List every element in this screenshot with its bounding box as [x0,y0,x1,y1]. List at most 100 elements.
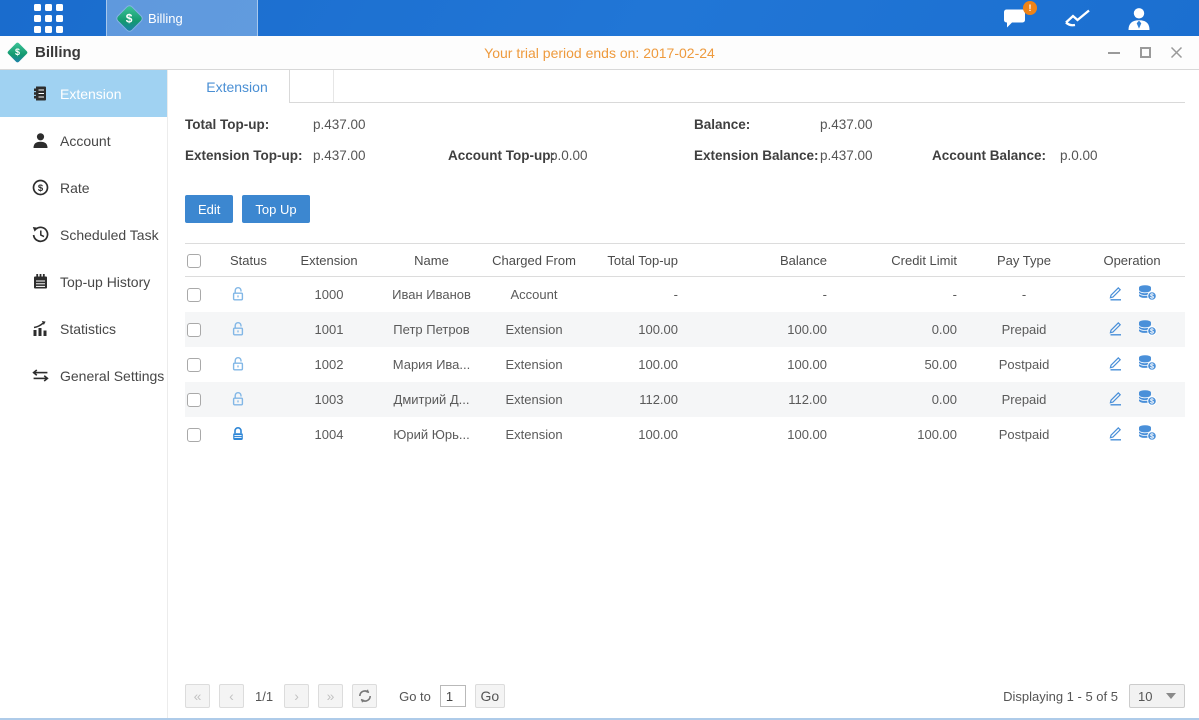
notifications-button[interactable]: ! [1003,8,1028,29]
table-header-row: Status Extension Name Charged From Total… [185,244,1185,277]
table-row: 1002 Мария Ива... Extension 100.00 100.0… [185,347,1185,382]
row-checkbox[interactable] [187,358,201,372]
rate-icon: $ [31,179,49,196]
row-checkbox[interactable] [187,323,201,337]
tab-extension[interactable]: Extension [185,70,290,103]
chevron-down-icon [1166,693,1176,699]
sidebar-item-statistics[interactable]: Statistics [0,305,167,352]
sidebar-item-account[interactable]: Account [0,117,167,164]
maximize-button[interactable] [1138,46,1152,60]
total-topup-label: Total Top-up: [185,117,269,132]
balance-summary: Total Top-up: p.437.00 Balance: p.437.00… [185,117,1185,179]
row-checkbox[interactable] [187,393,201,407]
page-size-select[interactable]: 10 [1129,684,1185,708]
table-row: 1001 Петр Петров Extension 100.00 100.00… [185,312,1185,347]
prev-page-button[interactable]: ‹ [219,684,244,708]
edit-icon[interactable] [1107,424,1124,441]
top-app-bar: $ Billing ! [0,0,1199,36]
edit-icon[interactable] [1107,319,1124,336]
svg-text:$: $ [1150,294,1154,301]
top-up-icon[interactable]: $ [1137,389,1157,406]
extension-table: Status Extension Name Charged From Total… [185,243,1185,683]
top-up-icon[interactable]: $ [1137,424,1157,441]
unlocked-icon [230,286,246,303]
billing-diamond-icon: $ [116,5,143,32]
close-button[interactable] [1169,46,1183,60]
column-extension: Extension [279,244,379,277]
minimize-button[interactable] [1107,46,1121,60]
minimize-icon [1108,52,1120,54]
extension-balance-value: p.437.00 [820,148,873,163]
account-topup-label: Account Top-up: [448,148,555,163]
sidebar-item-scheduled-task[interactable]: Scheduled Task [0,211,167,258]
balance-value: p.437.00 [820,117,873,132]
user-account-button[interactable] [1127,7,1151,30]
total-topup-value: p.437.00 [313,117,366,132]
column-status: Status [219,244,279,277]
goto-page-input[interactable] [440,685,466,707]
billing-diamond-icon-small: $ [7,42,28,63]
tab-strip-spacer [290,70,334,102]
scheduled-task-icon [31,226,49,243]
refresh-button[interactable] [352,684,377,708]
toolbar: Edit Top Up [185,195,1185,223]
statistics-icon [31,320,49,337]
sidebar-item-rate[interactable]: $ Rate [0,164,167,211]
row-checkbox[interactable] [187,428,201,442]
table-row: 1000 Иван Иванов Account - - - - $ [185,277,1185,312]
edit-icon[interactable] [1107,354,1124,371]
tab-strip: Extension [185,70,1185,103]
edit-icon[interactable] [1107,284,1124,301]
sidebar: Extension Account $ Rate Scheduled Task … [0,70,168,718]
app-tab-label: Billing [148,11,183,26]
sidebar-item-extension[interactable]: Extension [0,70,167,117]
maximize-icon [1140,47,1151,58]
svg-text:$: $ [37,183,43,194]
svg-text:$: $ [1150,364,1154,371]
column-credit-limit: Credit Limit [839,244,969,277]
line-chart-icon [1064,8,1091,28]
refresh-icon [358,689,372,703]
last-page-button[interactable]: » [318,684,343,708]
extension-topup-value: p.437.00 [313,148,366,163]
locked-icon [230,426,246,443]
person-icon [1127,7,1151,30]
first-page-button[interactable]: « [185,684,210,708]
top-up-icon[interactable]: $ [1137,284,1157,301]
page-indicator: 1/1 [255,689,273,704]
select-all-checkbox[interactable] [187,254,201,268]
svg-text:$: $ [1150,434,1154,441]
sidebar-item-topup-history[interactable]: Top-up History [0,258,167,305]
edit-button[interactable]: Edit [185,195,233,223]
sidebar-item-label: General Settings [60,368,164,384]
edit-icon[interactable] [1107,389,1124,406]
unlocked-icon [230,391,246,408]
top-up-icon[interactable]: $ [1137,319,1157,336]
account-icon [31,132,49,149]
account-balance-label: Account Balance: [932,148,1046,163]
pagination-bar: « ‹ 1/1 › » Go to Go Displaying 1 - 5 of… [185,683,1185,709]
account-balance-value: p.0.00 [1060,148,1098,163]
reports-button[interactable] [1064,8,1091,28]
goto-label: Go to [399,689,431,704]
account-topup-value: p.0.00 [550,148,588,163]
unlocked-icon [230,356,246,373]
sidebar-item-label: Top-up History [60,274,150,290]
top-up-icon[interactable]: $ [1137,354,1157,371]
notification-badge: ! [1023,1,1037,15]
sidebar-item-label: Account [60,133,111,149]
table-row: 1004 Юрий Юрь... Extension 100.00 100.00… [185,417,1185,452]
close-icon [1170,46,1183,59]
row-checkbox[interactable] [187,288,201,302]
sidebar-item-label: Extension [60,86,121,102]
column-pay-type: Pay Type [969,244,1079,277]
go-button[interactable]: Go [475,684,505,708]
top-up-button[interactable]: Top Up [242,195,309,223]
app-tab-billing[interactable]: $ Billing [106,0,258,36]
page-size-value: 10 [1138,689,1152,704]
window-titlebar: $ Billing Your trial period ends on: 201… [0,36,1199,70]
app-grid-icon[interactable] [34,4,63,33]
next-page-button[interactable]: › [284,684,309,708]
column-total-topup: Total Top-up [584,244,694,277]
sidebar-item-general-settings[interactable]: General Settings [0,352,167,399]
